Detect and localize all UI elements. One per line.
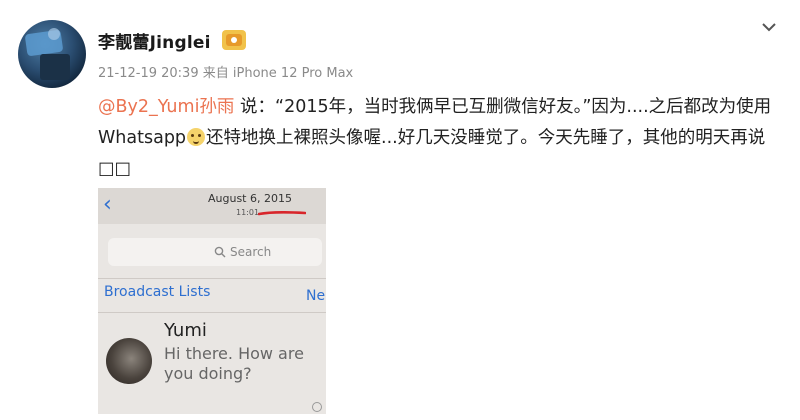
- attached-image[interactable]: ‹ August 6, 2015 11:01 Search Broadcast …: [98, 188, 326, 414]
- search-placeholder: Search: [230, 245, 272, 259]
- post-text-part2: 还特地换上裸照头像喔...好几天没睡觉了。今天先睡了，其他的明天再说: [206, 128, 766, 148]
- post-meta: 21-12-19 20:39 来自 iPhone 12 Pro Max: [98, 62, 353, 81]
- back-chevron-icon: ‹: [103, 192, 112, 217]
- broadcast-lists-link: Broadcast Lists: [104, 284, 211, 300]
- post-timestamp: 21-12-19 20:39: [98, 66, 199, 81]
- source-device[interactable]: iPhone 12 Pro Max: [233, 66, 353, 81]
- screenshot-time: 11:01: [236, 208, 260, 217]
- mention-link[interactable]: @By2_Yumi孙雨: [98, 97, 234, 117]
- vip-member-icon[interactable]: [222, 30, 246, 50]
- trailing-glyphs: □□: [98, 159, 132, 179]
- divider: [98, 312, 326, 313]
- chevron-down-icon[interactable]: [760, 18, 778, 36]
- watermark-icon: [312, 402, 322, 412]
- username[interactable]: 李靓蕾Jinglei: [98, 28, 211, 53]
- search-icon: [214, 246, 226, 258]
- new-group-link: Ne: [306, 288, 326, 304]
- red-underline-mark: [258, 211, 306, 216]
- profile-avatar[interactable]: [18, 20, 86, 88]
- source-prefix: 来自: [202, 66, 229, 81]
- divider: [98, 278, 326, 279]
- chat-message-preview: Hi there. How are you doing?: [164, 344, 304, 383]
- screenshot-date: August 6, 2015: [208, 192, 292, 205]
- chat-avatar: [106, 338, 152, 384]
- avatar-shape: [48, 28, 60, 40]
- cat-emoji-icon: [187, 128, 206, 146]
- avatar-shape: [40, 54, 70, 80]
- post-text: @By2_Yumi孙雨 说：“2015年，当时我俩早已互删微信好友。”因为...…: [98, 92, 788, 185]
- chat-contact-name: Yumi: [164, 320, 207, 341]
